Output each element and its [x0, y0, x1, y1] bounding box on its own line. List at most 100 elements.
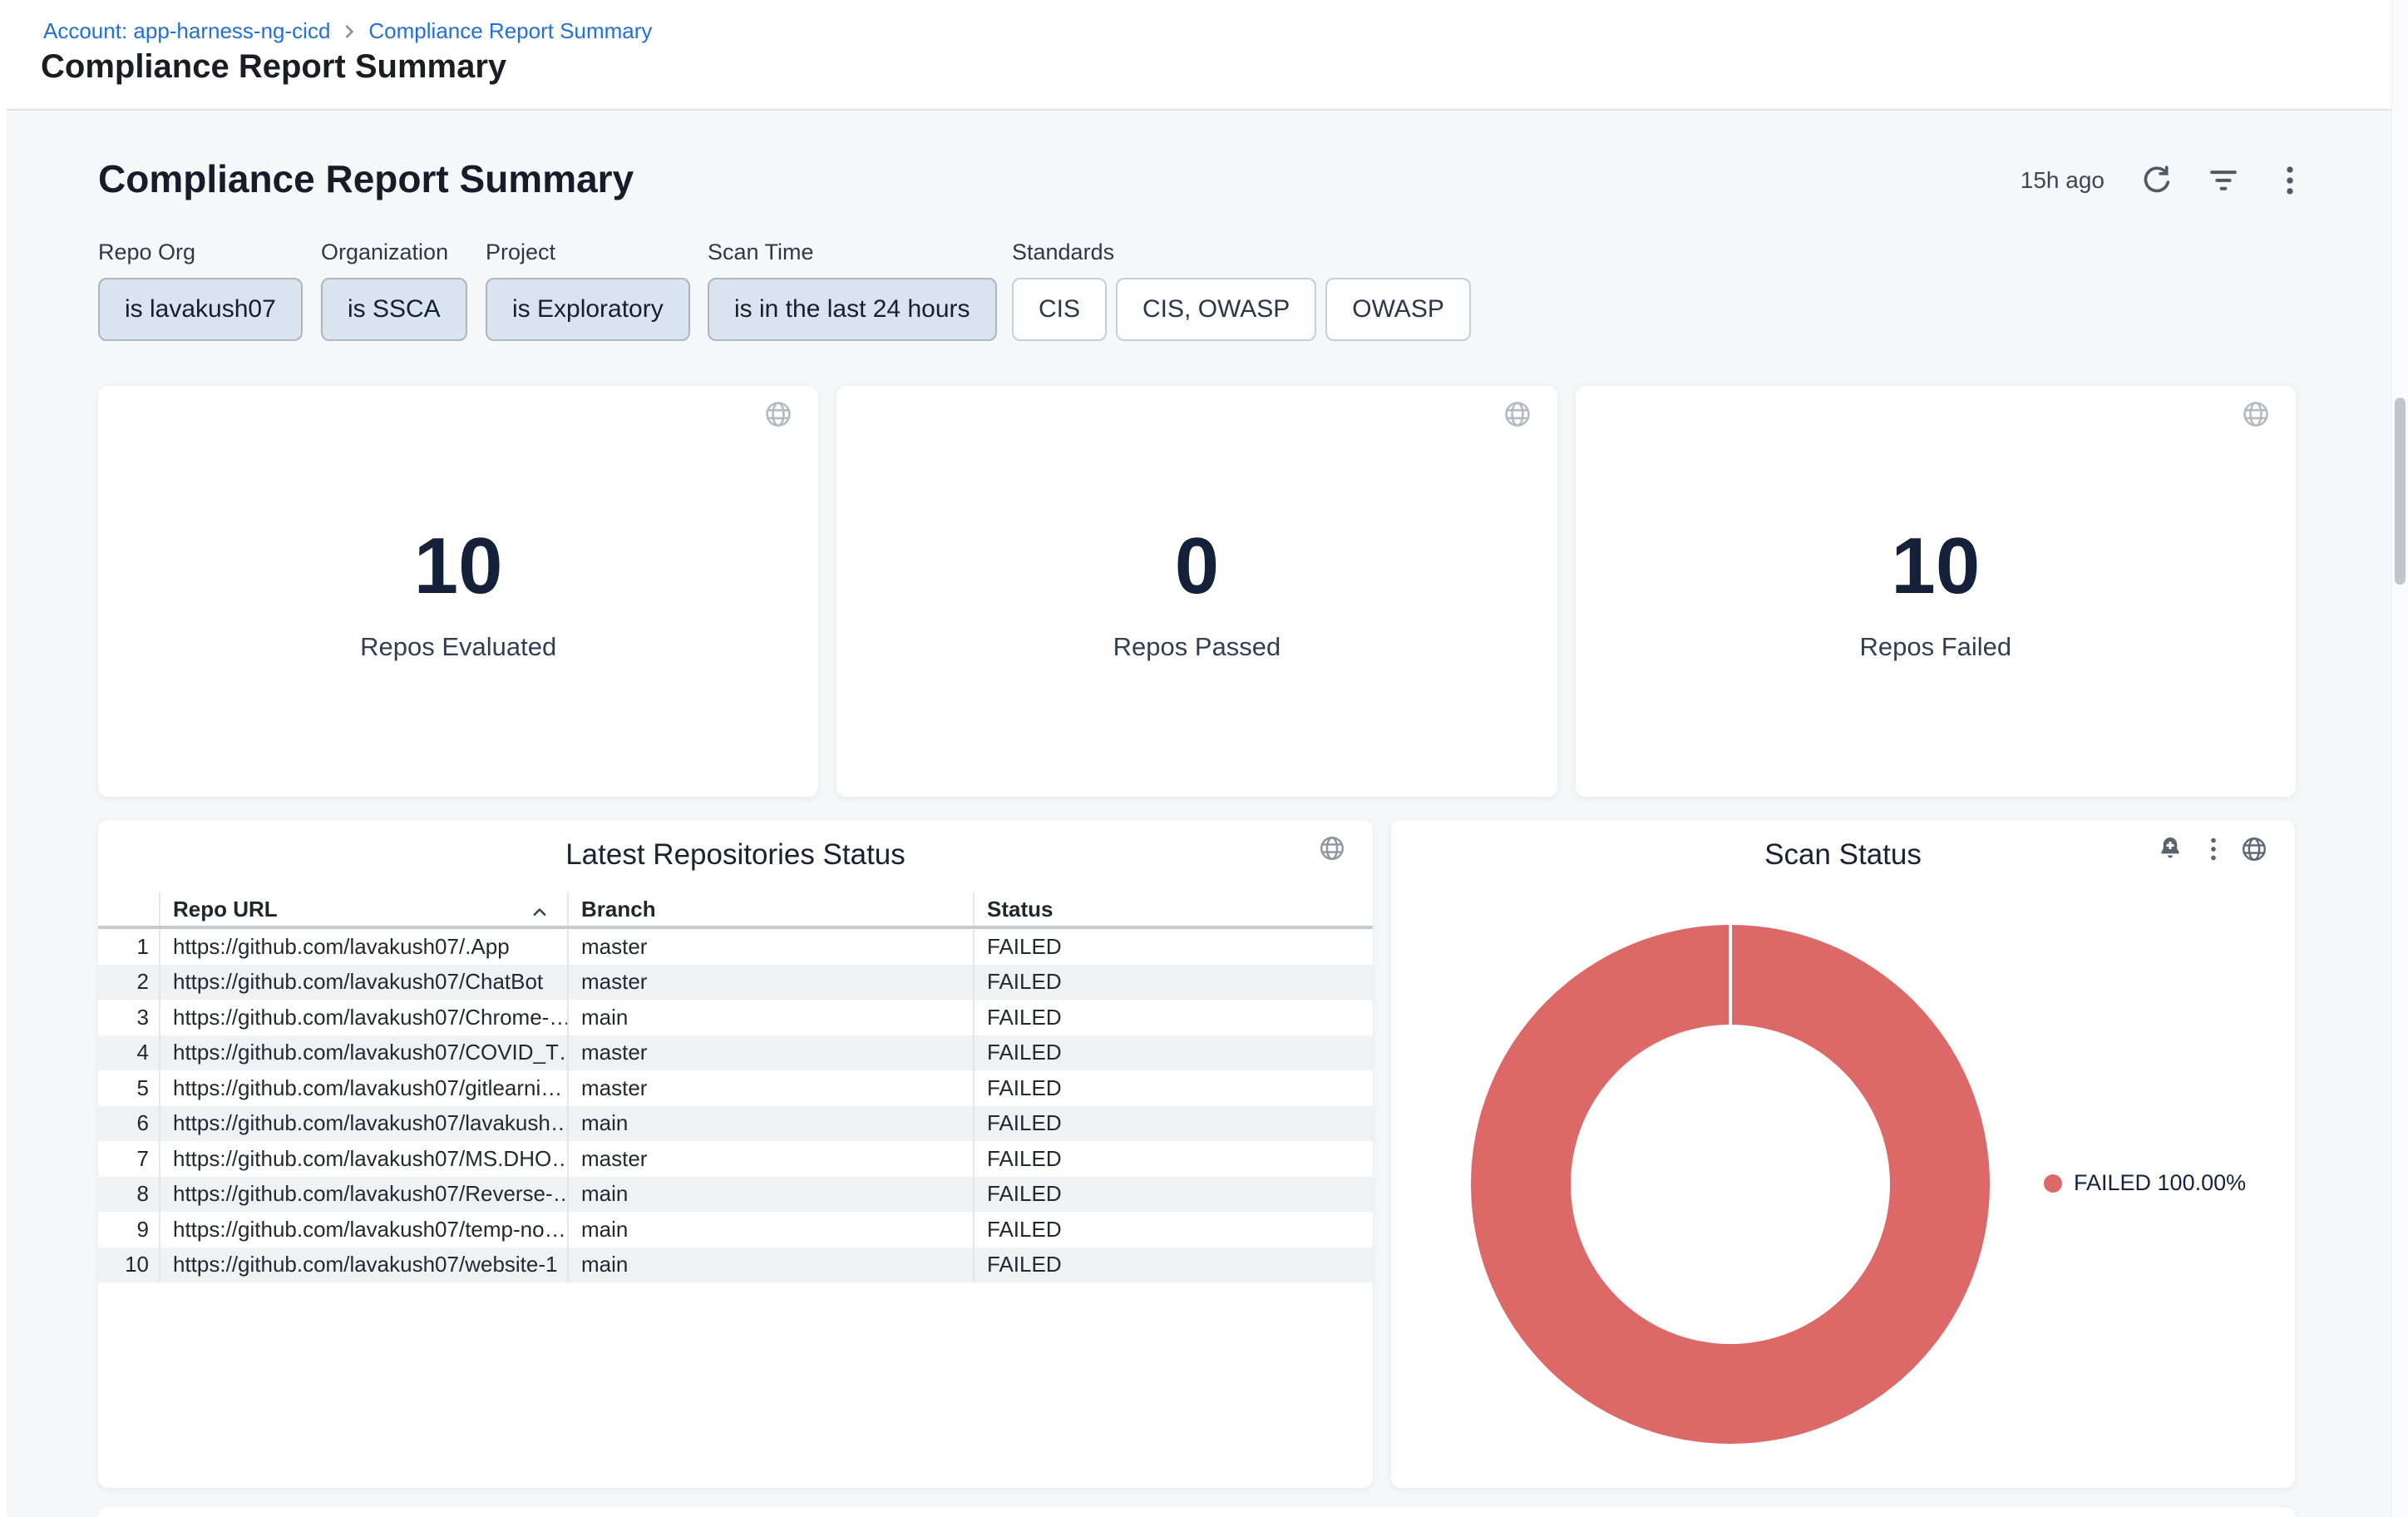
table-row: 8 https://github.com/lavakush07/Reverse-…	[98, 1177, 1373, 1213]
donut-slice-divider	[1729, 925, 1732, 1025]
row-number: 7	[98, 1141, 159, 1177]
scrollbar-track[interactable]	[2391, 0, 2408, 1517]
globe-icon[interactable]	[1318, 834, 1346, 862]
cell-status: FAILED	[973, 929, 1373, 965]
cell-status: FAILED	[973, 1141, 1373, 1177]
table-row: 7 https://github.com/lavakush07/MS.DHO… …	[98, 1141, 1373, 1177]
row-number: 5	[98, 1070, 159, 1106]
repo-table-card: Latest Repositories Status Repo URL Bran…	[98, 820, 1373, 1488]
table-row: 2 https://github.com/lavakush07/ChatBot …	[98, 965, 1373, 1001]
cell-status: FAILED	[973, 1035, 1373, 1071]
globe-icon[interactable]	[2241, 399, 2271, 429]
scan-status-card: Scan Status FAILED 100.00%	[1391, 820, 2295, 1488]
table-row: 3 https://github.com/lavakush07/Chrome-……	[98, 1000, 1373, 1035]
cell-repo-url: https://github.com/lavakush07/lavakush…	[159, 1106, 567, 1142]
filter-chip-organization[interactable]: is SSCA	[321, 278, 467, 341]
donut-chart[interactable]	[1471, 925, 1990, 1444]
cell-repo-url: https://github.com/lavakush07/MS.DHO…	[159, 1141, 567, 1177]
column-header-repo-url[interactable]: Repo URL	[159, 892, 567, 926]
stat-value: 10	[1576, 522, 2296, 610]
cell-status: FAILED	[973, 1248, 1373, 1283]
column-header-branch[interactable]: Branch	[567, 892, 973, 926]
row-number: 1	[98, 929, 159, 965]
breadcrumb-account-link[interactable]: Account: app-harness-ng-cicd	[43, 18, 330, 44]
row-number: 2	[98, 965, 159, 1001]
scrollbar-thumb[interactable]	[2395, 398, 2406, 585]
cell-status: FAILED	[973, 1212, 1373, 1248]
app-header: Account: app-harness-ng-cicd Compliance …	[0, 0, 2408, 111]
donut-hole	[1571, 1025, 1890, 1344]
row-number: 4	[98, 1035, 159, 1071]
cell-repo-url: https://github.com/lavakush07/ChatBot	[159, 965, 567, 1001]
cell-repo-url: https://github.com/lavakush07/website-1	[159, 1248, 567, 1283]
last-refresh-time: 15h ago	[2021, 167, 2105, 194]
kebab-menu-icon[interactable]	[2199, 835, 2228, 863]
globe-icon[interactable]	[763, 399, 793, 429]
cell-branch: master	[567, 929, 973, 965]
filter-group-standards: CIS CIS, OWASP OWASP	[1012, 278, 1471, 341]
dashboard-controls: 15h ago	[2021, 163, 2307, 198]
table-row: 5 https://github.com/lavakush07/gitlearn…	[98, 1070, 1373, 1106]
filter-label-project: Project	[486, 240, 555, 265]
bell-plus-icon[interactable]	[2156, 835, 2184, 863]
dashboard-title: Compliance Report Summary	[98, 156, 634, 201]
cell-repo-url: https://github.com/lavakush07/COVID_T…	[159, 1035, 567, 1071]
cell-status: FAILED	[973, 965, 1373, 1001]
cell-branch: main	[567, 1000, 973, 1035]
table-row: 6 https://github.com/lavakush07/lavakush…	[98, 1106, 1373, 1142]
table-header-row: Repo URL Branch Status	[98, 892, 1373, 929]
stat-value: 10	[98, 522, 818, 610]
filter-chip-standard-cis-owasp[interactable]: CIS, OWASP	[1116, 278, 1316, 341]
cell-repo-url: https://github.com/lavakush07/Reverse-…	[159, 1177, 567, 1213]
cell-repo-url: https://github.com/lavakush07/.App	[159, 929, 567, 965]
chart-legend[interactable]: FAILED 100.00%	[2044, 1170, 2246, 1196]
page-title: Compliance Report Summary	[41, 48, 506, 86]
cell-branch: master	[567, 1070, 973, 1106]
cell-repo-url: https://github.com/lavakush07/temp-no…	[159, 1212, 567, 1248]
cell-branch: main	[567, 1212, 973, 1248]
filter-chip-standard-owasp[interactable]: OWASP	[1325, 278, 1471, 341]
stat-card: 0 Repos Passed	[836, 386, 1557, 797]
filter-icon[interactable]	[2206, 163, 2241, 198]
cell-status: FAILED	[973, 1070, 1373, 1106]
table-row: 9 https://github.com/lavakush07/temp-no……	[98, 1212, 1373, 1248]
column-header-index	[98, 892, 159, 926]
row-number: 9	[98, 1212, 159, 1248]
filter-chip-repo-org[interactable]: is lavakush07	[98, 278, 303, 341]
stat-label: Repos Evaluated	[98, 632, 818, 662]
row-number: 10	[98, 1248, 159, 1283]
next-card-top-edge	[98, 1507, 2296, 1517]
filter-chip-standard-cis[interactable]: CIS	[1012, 278, 1107, 341]
table-row: 4 https://github.com/lavakush07/COVID_T……	[98, 1035, 1373, 1071]
filter-chip-scan-time[interactable]: is in the last 24 hours	[708, 278, 997, 341]
globe-icon[interactable]	[1503, 399, 1532, 429]
table-row: 10 https://github.com/lavakush07/website…	[98, 1248, 1373, 1283]
stat-card: 10 Repos Failed	[1576, 386, 2296, 797]
stat-card: 10 Repos Evaluated	[98, 386, 818, 797]
cell-repo-url: https://github.com/lavakush07/gitlearni…	[159, 1070, 567, 1106]
cell-status: FAILED	[973, 1177, 1373, 1213]
filter-label-standards: Standards	[1012, 240, 1114, 265]
cell-status: FAILED	[973, 1106, 1373, 1142]
row-number: 6	[98, 1106, 159, 1142]
filter-chip-project[interactable]: is Exploratory	[486, 278, 690, 341]
refresh-icon[interactable]	[2139, 163, 2174, 198]
cell-branch: main	[567, 1248, 973, 1283]
filter-label-scan-time: Scan Time	[708, 240, 814, 265]
table-body: 1 https://github.com/lavakush07/.App mas…	[98, 929, 1373, 1282]
breadcrumb-page-link[interactable]: Compliance Report Summary	[368, 18, 652, 44]
stat-label: Repos Passed	[836, 632, 1557, 662]
filter-label-organization: Organization	[321, 240, 448, 265]
stat-value: 0	[836, 522, 1557, 610]
chevron-right-icon	[340, 22, 358, 41]
column-header-status[interactable]: Status	[973, 892, 1373, 926]
globe-icon[interactable]	[2240, 835, 2268, 863]
legend-label-failed: FAILED 100.00%	[2074, 1170, 2246, 1196]
sort-ascending-icon[interactable]	[530, 902, 549, 920]
filter-label-repo-org: Repo Org	[98, 240, 195, 265]
row-number: 8	[98, 1177, 159, 1213]
breadcrumb: Account: app-harness-ng-cicd Compliance …	[43, 18, 652, 44]
cell-branch: main	[567, 1106, 973, 1142]
cell-status: FAILED	[973, 1000, 1373, 1035]
kebab-menu-icon[interactable]	[2272, 163, 2307, 198]
